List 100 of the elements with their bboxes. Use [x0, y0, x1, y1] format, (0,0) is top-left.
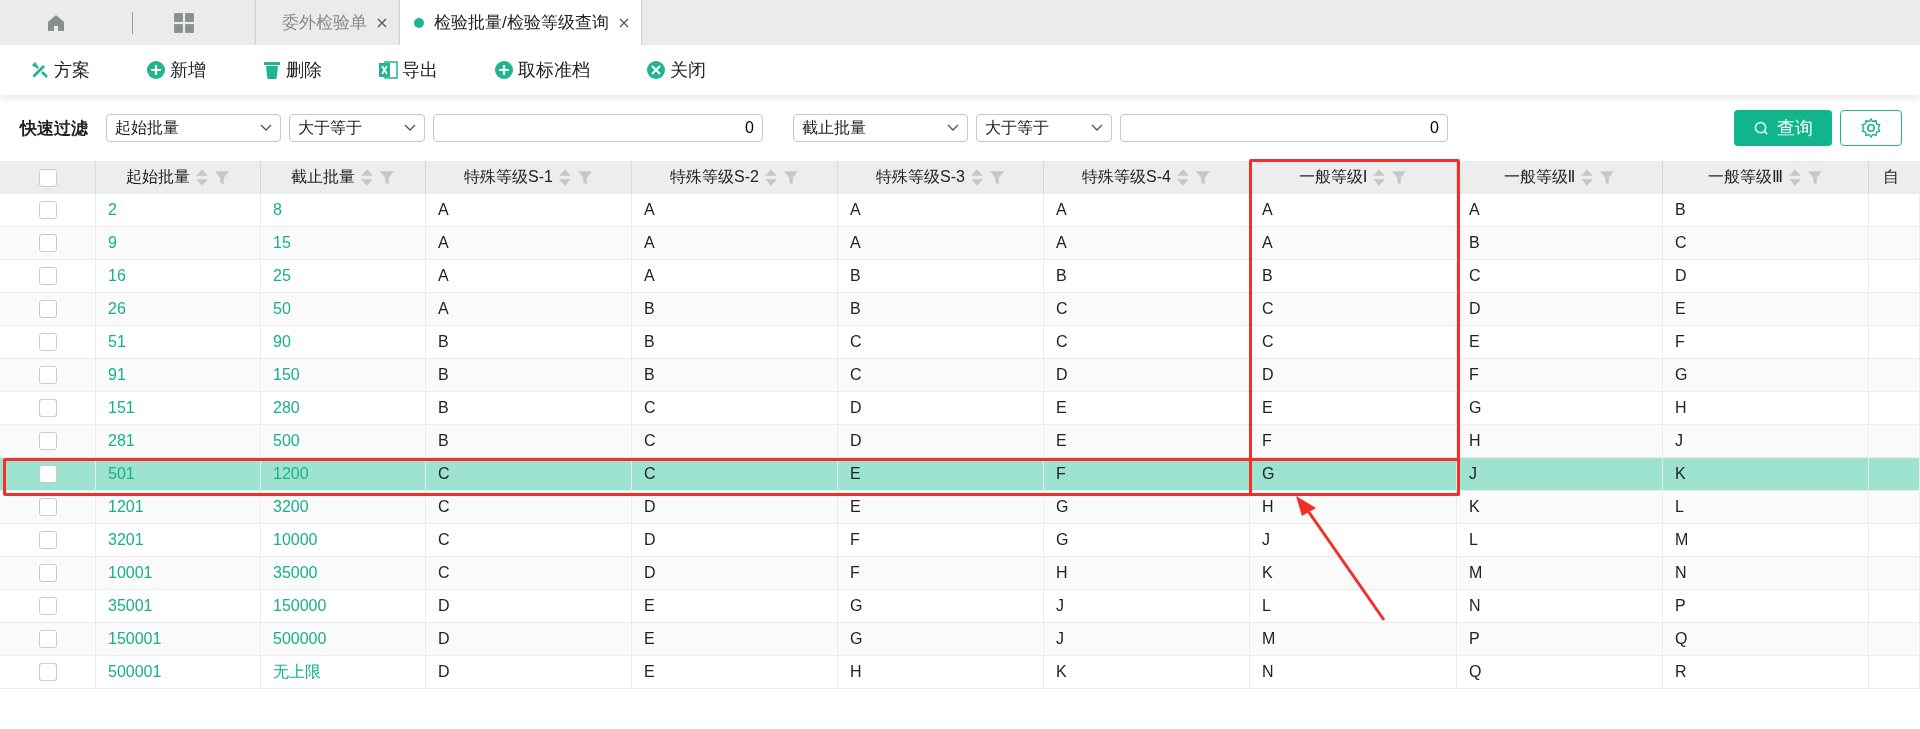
table-cell: C — [438, 564, 450, 582]
column-header[interactable]: 一般等级Ⅱ — [1457, 161, 1663, 194]
table-cell: 51 — [108, 333, 126, 351]
row-checkbox[interactable] — [38, 630, 57, 648]
table-row[interactable]: 1201 3200 C D E G H K L — [0, 491, 1920, 524]
toolbar-button[interactable]: 导出 — [374, 56, 442, 84]
toolbar-button[interactable]: 关闭 — [642, 56, 710, 84]
table-cell: C — [644, 399, 656, 417]
filter-icon[interactable] — [1599, 169, 1616, 186]
close-icon[interactable] — [377, 17, 387, 28]
field-select[interactable]: 截止批量 — [793, 114, 968, 142]
value-input[interactable]: 0 — [433, 114, 763, 142]
home-icon[interactable] — [46, 12, 66, 33]
row-checkbox[interactable] — [38, 234, 57, 252]
table-row[interactable]: 91 150 B B C D D F G — [0, 359, 1920, 392]
table-cell: B — [850, 267, 861, 285]
sort-icon[interactable] — [557, 168, 572, 187]
toolbar-button[interactable]: 删除 — [258, 56, 326, 84]
column-header[interactable]: 特殊等级S-2 — [632, 161, 838, 194]
table-row[interactable]: 150001 500000 D E G J M P Q — [0, 623, 1920, 656]
table-row[interactable]: 26 50 A B B C C D E — [0, 293, 1920, 326]
sort-icon[interactable] — [195, 168, 209, 187]
field-select[interactable]: 起始批量 — [106, 114, 281, 142]
table-cell: E — [644, 630, 655, 648]
table-cell: A — [438, 201, 449, 219]
filter-icon[interactable] — [782, 169, 799, 186]
tab[interactable]: 检验批量/检验等级查询 — [399, 0, 642, 45]
row-checkbox[interactable] — [38, 366, 57, 384]
table-cell: E — [850, 498, 861, 516]
table-cell: H — [1262, 498, 1274, 516]
table-cell: F — [850, 564, 860, 582]
table-cell: D — [850, 399, 862, 417]
filter-icon[interactable] — [1391, 169, 1408, 186]
row-checkbox[interactable] — [38, 267, 57, 285]
row-checkbox[interactable] — [38, 399, 57, 417]
sort-icon[interactable] — [969, 168, 984, 187]
row-checkbox[interactable] — [38, 465, 57, 483]
sort-icon[interactable] — [1788, 168, 1802, 187]
column-header[interactable]: 一般等级Ⅰ — [1250, 161, 1457, 194]
table-row[interactable]: 281 500 B C D E F H J — [0, 425, 1920, 458]
value-input[interactable]: 0 — [1120, 114, 1448, 142]
table-cell: 500001 — [108, 663, 162, 681]
table-cell: E — [1056, 432, 1067, 450]
column-header[interactable]: 自 — [1869, 161, 1920, 194]
table-cell: H — [1469, 432, 1481, 450]
table-row[interactable]: 10001 35000 C D F H K M N — [0, 557, 1920, 590]
operator-select[interactable]: 大于等于 — [289, 114, 425, 142]
table-cell: 1200 — [273, 465, 309, 483]
table-row[interactable]: 500001 无上限 D E H K N Q R — [0, 656, 1920, 689]
settings-icon — [1860, 117, 1882, 139]
row-checkbox[interactable] — [38, 663, 57, 681]
row-checkbox[interactable] — [38, 564, 57, 582]
column-header[interactable]: 特殊等级S-1 — [426, 161, 632, 194]
filter-icon[interactable] — [379, 169, 395, 186]
grid-icon[interactable] — [173, 11, 195, 34]
column-header[interactable]: 特殊等级S-3 — [838, 161, 1044, 194]
column-header[interactable]: 一般等级Ⅲ — [1663, 161, 1869, 194]
table-cell: 150001 — [108, 630, 162, 648]
row-checkbox[interactable] — [38, 531, 57, 549]
toolbar-button[interactable]: 方案 — [26, 56, 94, 84]
row-checkbox[interactable] — [38, 432, 57, 450]
table-cell: L — [1262, 597, 1271, 615]
table-cell: C — [438, 498, 450, 516]
table-cell: H — [1675, 399, 1687, 417]
sort-icon[interactable] — [763, 168, 778, 187]
table-cell: E — [1469, 333, 1480, 351]
filter-icon[interactable] — [214, 169, 230, 186]
close-icon[interactable] — [618, 17, 629, 28]
filter-icon[interactable] — [576, 169, 593, 186]
row-checkbox[interactable] — [38, 498, 57, 516]
table-cell: J — [1056, 597, 1064, 615]
table-cell: C — [438, 531, 450, 549]
toolbar-button[interactable]: 新增 — [142, 56, 210, 84]
settings-button[interactable] — [1840, 110, 1902, 146]
table-cell: 500 — [273, 432, 300, 450]
filter-icon[interactable] — [1194, 169, 1211, 186]
row-checkbox[interactable] — [38, 333, 57, 351]
sort-icon[interactable] — [1372, 168, 1387, 187]
table-cell: C — [850, 366, 862, 384]
filter-icon[interactable] — [1807, 169, 1823, 186]
table-row[interactable]: 9 15 A A A A A B C — [0, 227, 1920, 260]
row-checkbox[interactable] — [38, 300, 57, 318]
column-header[interactable]: 截止批量 — [261, 161, 426, 194]
operator-select[interactable]: 大于等于 — [976, 114, 1112, 142]
table-row[interactable]: 501 1200 C C E F G J K — [0, 458, 1920, 491]
table-cell: G — [1056, 531, 1069, 549]
select-all-checkbox[interactable] — [38, 168, 57, 187]
toolbar-button[interactable]: 取标准档 — [490, 56, 594, 84]
table-cell: 8 — [273, 201, 282, 219]
row-checkbox[interactable] — [38, 201, 57, 219]
table-cell: E — [1056, 399, 1067, 417]
column-header[interactable]: 特殊等级S-4 — [1044, 161, 1250, 194]
table-cell: A — [1469, 201, 1480, 219]
sort-icon[interactable] — [1175, 168, 1190, 187]
table-cell: M — [1469, 564, 1483, 582]
sort-icon[interactable] — [1580, 168, 1595, 187]
row-checkbox[interactable] — [38, 597, 57, 615]
sort-icon[interactable] — [360, 168, 374, 187]
column-header[interactable]: 起始批量 — [96, 161, 261, 194]
filter-icon[interactable] — [988, 169, 1005, 186]
